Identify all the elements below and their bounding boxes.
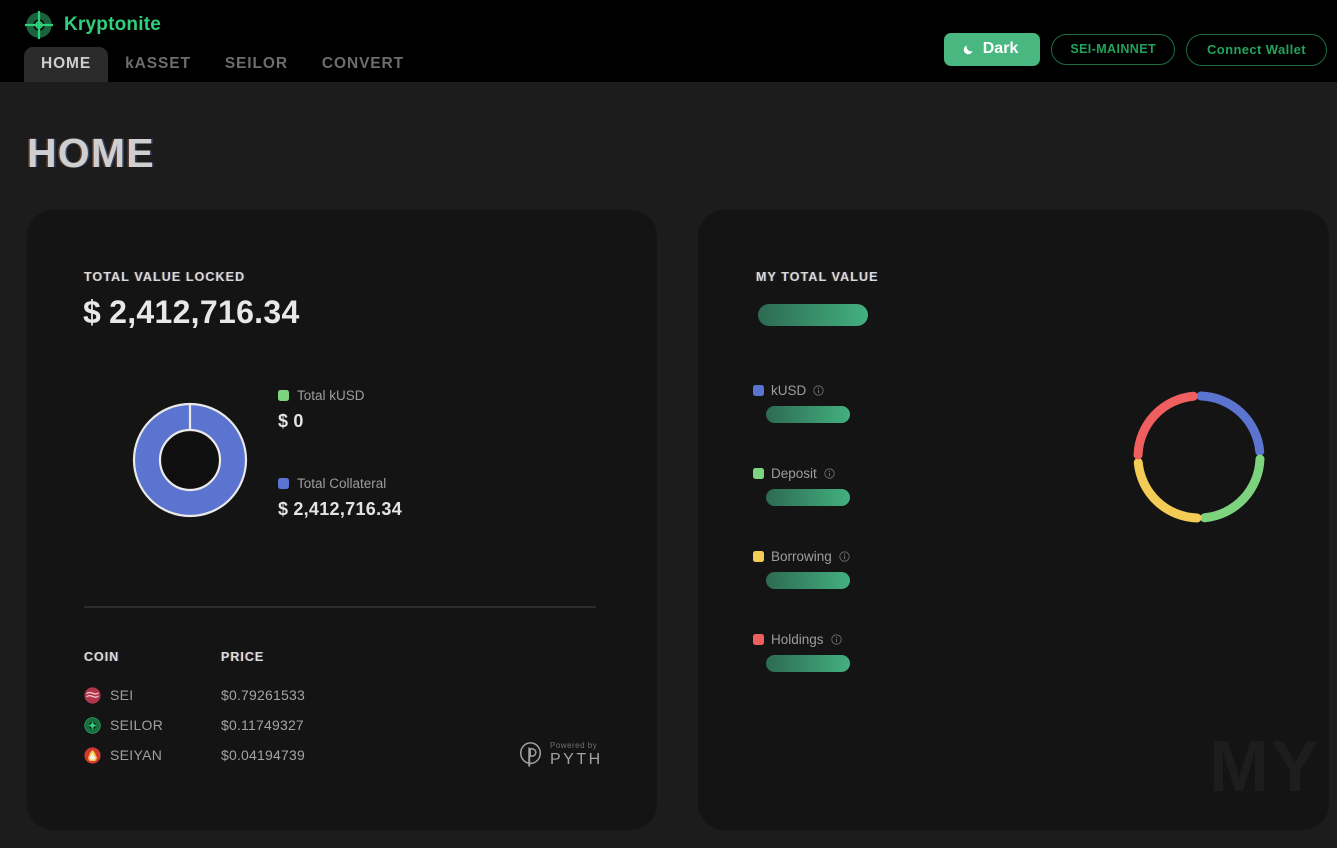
legend-label-borrowing: Borrowing	[771, 549, 832, 564]
column-header-coin: COIN	[84, 650, 221, 664]
pyth-wordmark: PYTH	[550, 752, 603, 768]
coin-price: $0.04194739	[221, 747, 305, 763]
legend-label-holdings: Holdings	[771, 632, 824, 647]
dashboard-cards: TOTAL VALUE LOCKED $2,412,716.34 Total k…	[27, 210, 1329, 830]
card-watermark: MY	[1209, 726, 1321, 808]
my-total-value-skeleton	[758, 304, 868, 326]
legend-label-deposit: Deposit	[771, 466, 817, 481]
coin-price: $0.79261533	[221, 687, 305, 703]
main-nav: HOME kASSET SEILOR CONVERT	[24, 47, 421, 83]
legend-number-total-kusd: 0	[293, 411, 303, 431]
my-value-legend: kUSD Deposit	[753, 383, 850, 715]
dark-mode-toggle[interactable]: Dark	[944, 33, 1041, 66]
top-navigation-bar: Kryptonite HOME kASSET SEILOR CONVERT Da…	[0, 0, 1337, 82]
legend-value-total-collateral: $2,412,716.34	[278, 499, 402, 520]
nav-item-seilor[interactable]: SEILOR	[208, 47, 305, 83]
coin-name: SEILOR	[110, 717, 163, 733]
my-total-value-card: MY TOTAL VALUE kUSD Deposit	[698, 210, 1329, 830]
table-row: SEIYAN $0.04194739	[84, 740, 484, 770]
connect-wallet-button[interactable]: Connect Wallet	[1186, 34, 1327, 66]
header-actions: Dark SEI-MAINNET Connect Wallet	[944, 33, 1327, 66]
tvl-number: 2,412,716.34	[109, 294, 299, 330]
sei-coin-icon	[84, 687, 101, 704]
legend-swatch-borrowing	[753, 551, 764, 562]
legend-label-kusd: kUSD	[771, 383, 806, 398]
legend-label-total-kusd: Total kUSD	[297, 388, 365, 403]
nav-item-home[interactable]: HOME	[24, 47, 108, 83]
borrowing-value-skeleton	[766, 572, 850, 589]
coin-name: SEI	[110, 687, 133, 703]
column-header-price: PRICE	[221, 650, 264, 664]
legend-item-deposit: Deposit	[753, 466, 850, 506]
info-icon[interactable]	[813, 385, 824, 396]
deposit-value-skeleton	[766, 489, 850, 506]
table-header-row: COIN PRICE	[84, 650, 484, 664]
legend-currency-total-collateral: $	[278, 499, 288, 519]
network-selector-button[interactable]: SEI-MAINNET	[1051, 34, 1175, 65]
coin-name: SEIYAN	[110, 747, 162, 763]
info-icon[interactable]	[831, 634, 842, 645]
coin-price: $0.11749327	[221, 717, 304, 733]
moon-icon	[962, 43, 975, 56]
my-value-donut-chart	[1124, 382, 1274, 532]
holdings-value-skeleton	[766, 655, 850, 672]
legend-swatch-holdings	[753, 634, 764, 645]
tvl-legend: Total kUSD $0 Total Collateral $2,412,71…	[278, 388, 402, 564]
legend-item-kusd: kUSD	[753, 383, 850, 423]
tvl-donut-chart	[110, 390, 270, 530]
nav-item-convert[interactable]: CONVERT	[305, 47, 421, 83]
legend-swatch-total-kusd	[278, 390, 289, 401]
pyth-powered-by-label: Powered by	[550, 742, 603, 750]
dark-mode-label: Dark	[983, 40, 1019, 58]
pyth-attribution: Powered by PYTH	[519, 742, 603, 768]
seiyan-coin-icon	[84, 747, 101, 764]
kusd-value-skeleton	[766, 406, 850, 423]
coin-price-table: COIN PRICE SEI $0.79261533	[84, 650, 484, 770]
legend-item-borrowing: Borrowing	[753, 549, 850, 589]
brand-logo-link[interactable]: Kryptonite	[24, 10, 161, 40]
info-icon[interactable]	[839, 551, 850, 562]
card-divider	[84, 606, 596, 608]
pyth-logo-icon	[519, 742, 542, 768]
nav-item-kasset[interactable]: kASSET	[108, 47, 208, 83]
tvl-label: TOTAL VALUE LOCKED	[84, 270, 245, 284]
legend-swatch-total-collateral	[278, 478, 289, 489]
legend-swatch-deposit	[753, 468, 764, 479]
legend-item-holdings: Holdings	[753, 632, 850, 672]
kryptonite-logo-icon	[24, 10, 54, 40]
seilor-coin-icon	[84, 717, 101, 734]
legend-label-total-collateral: Total Collateral	[297, 476, 386, 491]
table-row: SEILOR $0.11749327	[84, 710, 484, 740]
legend-item-total-kusd: Total kUSD $0	[278, 388, 402, 432]
legend-number-total-collateral: 2,412,716.34	[293, 499, 402, 519]
table-row: SEI $0.79261533	[84, 680, 484, 710]
info-icon[interactable]	[824, 468, 835, 479]
legend-value-total-kusd: $0	[278, 411, 402, 432]
tvl-amount: $2,412,716.34	[83, 294, 300, 331]
page-title: HOME	[27, 130, 155, 177]
legend-item-total-collateral: Total Collateral $2,412,716.34	[278, 476, 402, 520]
legend-swatch-kusd	[753, 385, 764, 396]
tvl-currency: $	[83, 294, 101, 330]
total-value-locked-card: TOTAL VALUE LOCKED $2,412,716.34 Total k…	[27, 210, 657, 830]
my-total-value-label: MY TOTAL VALUE	[756, 270, 879, 284]
brand-name: Kryptonite	[64, 14, 161, 36]
legend-currency-total-kusd: $	[278, 411, 288, 431]
